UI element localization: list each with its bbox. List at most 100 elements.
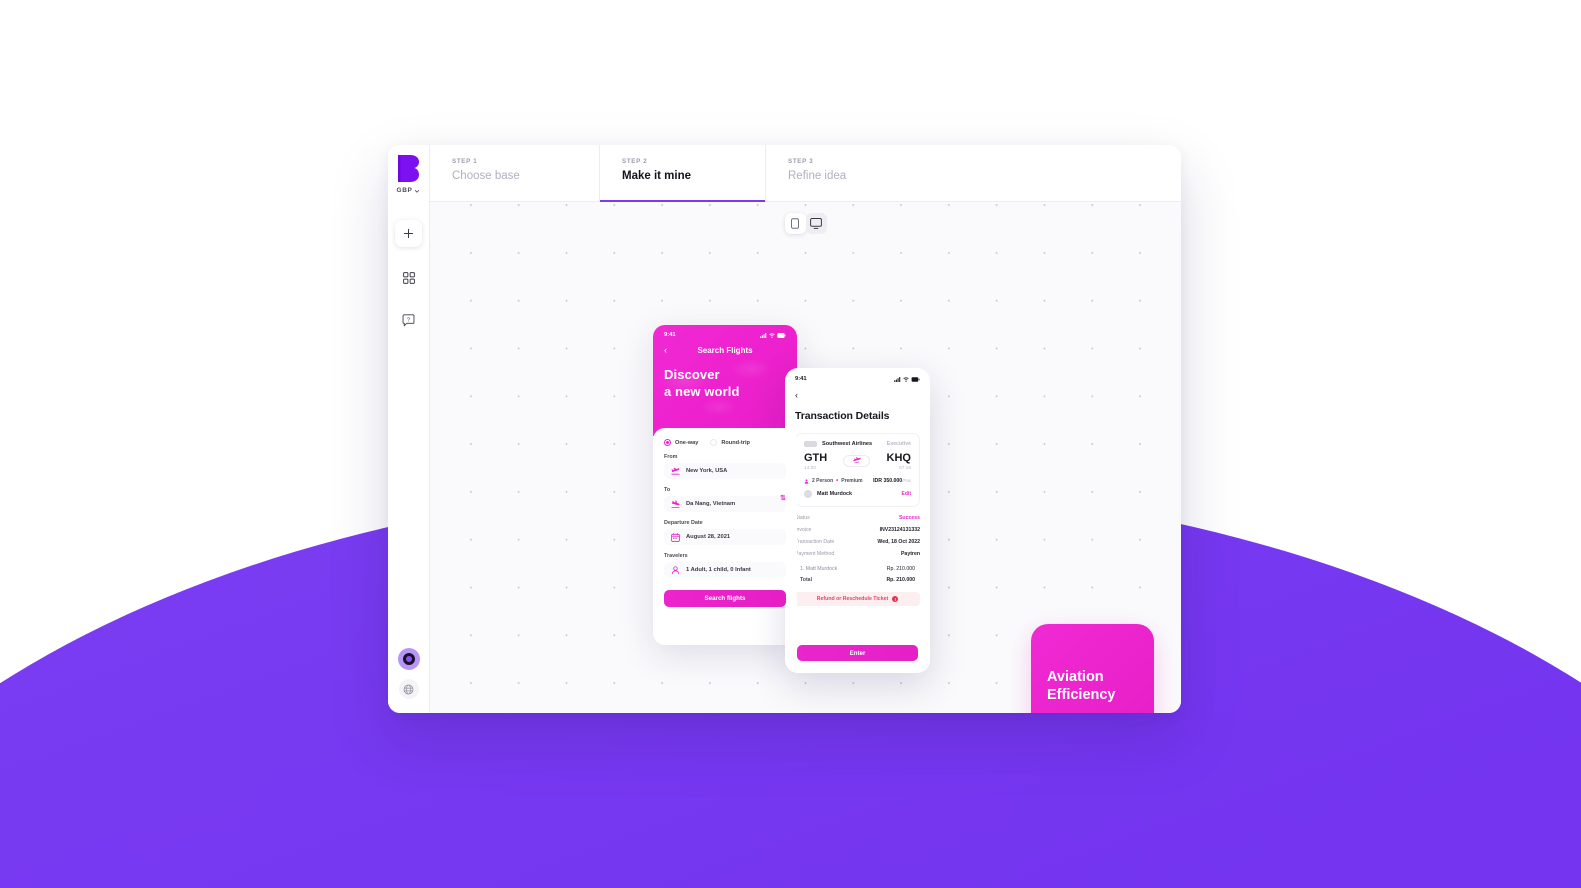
design-canvas[interactable]: 9:41 ‹ Search Flights Discover a new wor… xyxy=(430,202,1181,713)
transaction-back-icon[interactable]: ‹ xyxy=(795,391,920,400)
refund-button[interactable]: Refund or Reschedule Ticket ! xyxy=(795,592,920,606)
enter-button[interactable]: Enter xyxy=(797,645,918,661)
destination-time: 07:16 xyxy=(898,466,911,471)
summary-key: 1. Matt Murdock xyxy=(800,566,838,572)
field-from[interactable]: New York, USA xyxy=(664,463,786,479)
aviation-efficiency-card[interactable]: Aviation Efficiency xyxy=(1031,624,1154,713)
destination-code: KHQ xyxy=(886,452,911,464)
step-tabs: STEP 1 Choose base STEP 2 Make it mine S… xyxy=(430,145,1181,202)
mockup-search-flights[interactable]: 9:41 ‹ Search Flights Discover a new wor… xyxy=(653,325,797,645)
trip-type-1-label: Round-trip xyxy=(721,439,750,446)
person-avatar xyxy=(804,490,812,498)
ticket-person-row: Matt Murdock Edit xyxy=(804,490,911,498)
trip-type-0-label: One-way xyxy=(675,439,699,446)
transaction-status-icons xyxy=(894,376,920,382)
detail-row: Invoice INV23124131332 xyxy=(795,527,920,533)
field-from-label: From xyxy=(664,454,678,460)
detail-row: Status Success xyxy=(795,515,920,521)
calendar-icon xyxy=(671,532,680,542)
summary-row: 1. Matt Murdock Rp. 210.000 xyxy=(795,566,920,572)
field-to[interactable]: Da Nang, Vietnam xyxy=(664,496,786,512)
person-block: Matt Murdock xyxy=(804,490,852,498)
mockup-transaction-details[interactable]: 9:41 ‹ Transaction Details Southwest Air… xyxy=(785,368,930,673)
detail-row: Transaction Date Wed, 18 Oct 2022 xyxy=(795,539,920,545)
airplane-icon xyxy=(853,457,861,464)
currency-selector[interactable]: GBP xyxy=(397,187,421,194)
status-bar: 9:41 xyxy=(664,332,786,338)
sidebar-item-components[interactable] xyxy=(396,265,421,290)
search-navbar: ‹ Search Flights xyxy=(664,346,786,356)
airline-block: Southwest Airlines xyxy=(804,441,872,447)
airplane-pill xyxy=(843,455,871,467)
trip-type-group: One-way Round-trip xyxy=(664,439,786,446)
signal-icon xyxy=(760,332,767,338)
passenger-count: 2 Person xyxy=(812,478,834,484)
tab-step-2[interactable]: STEP 2 Make it mine xyxy=(600,145,766,202)
summary-row-total: Total Rp. 210.000 xyxy=(795,577,920,583)
app-window: GBP ? STEP 1 Choose base STEP 2 Make it … xyxy=(388,145,1181,713)
detail-key: Invoice xyxy=(795,527,812,533)
route-origin: GTH 14:00 xyxy=(804,452,828,472)
ticket-airline-row: Southwest Airlines Executive xyxy=(804,441,911,447)
trip-type-one-way[interactable]: One-way xyxy=(664,439,698,446)
person-icon xyxy=(804,478,809,484)
search-flights-button[interactable]: Search flights xyxy=(664,590,786,607)
add-button[interactable] xyxy=(395,220,422,247)
ticket-price: IDR 350.000/Pax xyxy=(873,478,911,484)
search-nav-title: Search Flights xyxy=(697,346,753,355)
radio-one-way-icon xyxy=(664,439,671,446)
device-mobile-button[interactable] xyxy=(784,213,806,234)
airline-logo-icon xyxy=(804,441,817,447)
aviation-line-2: Efficiency xyxy=(1047,687,1116,703)
device-desktop-button[interactable] xyxy=(805,213,827,234)
ticket-route: GTH 14:00 KHQ 07:16 xyxy=(804,452,911,472)
logo-b-icon xyxy=(397,155,419,182)
field-travelers[interactable]: 1 Adult, 1 child, 0 Infant xyxy=(664,562,786,578)
detail-value: Paytren xyxy=(900,551,920,557)
fare-class: Premium xyxy=(841,478,863,484)
summary-total-key: Total xyxy=(800,577,813,583)
step-2-label: STEP 2 xyxy=(622,158,648,165)
edit-button[interactable]: Edit xyxy=(902,491,911,497)
signal-icon xyxy=(894,376,901,382)
field-departure-date[interactable]: August 28, 2021 xyxy=(664,529,786,545)
avatar[interactable] xyxy=(397,648,420,670)
grid-icon xyxy=(402,271,415,284)
origin-code: GTH xyxy=(804,452,828,464)
plus-icon xyxy=(403,228,414,239)
transaction-status-bar: 9:41 xyxy=(795,376,920,382)
tab-step-1[interactable]: STEP 1 Choose base xyxy=(430,145,600,201)
screen-root: GBP ? STEP 1 Choose base STEP 2 Make it … xyxy=(0,0,1581,888)
aviation-line-1: Aviation xyxy=(1047,668,1104,685)
wifi-icon xyxy=(769,333,775,338)
sidebar-item-help[interactable]: ? xyxy=(396,308,421,333)
step-3-label: STEP 3 xyxy=(788,158,814,165)
aviation-text-block: Aviation Efficiency xyxy=(1047,668,1116,704)
arrival-icon xyxy=(671,499,680,508)
battery-icon xyxy=(777,332,786,338)
main-area: STEP 1 Choose base STEP 2 Make it mine S… xyxy=(430,145,1181,713)
field-date-value: August 28, 2021 xyxy=(686,534,731,540)
wifi-icon xyxy=(903,377,909,382)
status-icons xyxy=(760,332,786,338)
status-time: 9:41 xyxy=(664,332,676,338)
tab-step-3[interactable]: STEP 3 Refine idea xyxy=(766,145,934,201)
currency-label: GBP xyxy=(396,187,413,194)
device-toggle xyxy=(784,213,827,234)
globe-icon xyxy=(403,684,414,694)
ticket-class: Executive xyxy=(886,441,911,447)
trip-type-round-trip[interactable]: Round-trip xyxy=(710,439,750,446)
search-header: 9:41 ‹ Search Flights Discover a new wor… xyxy=(653,325,797,436)
detail-value: INV23124131332 xyxy=(879,527,920,533)
hero-line-2: a new world xyxy=(664,383,740,399)
price-unit: /Pax xyxy=(902,478,911,483)
step-1-label: STEP 1 xyxy=(452,158,478,165)
brand-logo[interactable]: GBP xyxy=(397,155,421,194)
field-to-value: Da Nang, Vietnam xyxy=(686,501,736,507)
help-bubble-icon: ? xyxy=(402,314,415,327)
swap-icon[interactable]: ⇅ xyxy=(780,494,786,502)
language-button[interactable] xyxy=(398,679,419,699)
ticket-card: Southwest Airlines Executive GTH 14:00 K… xyxy=(795,433,920,507)
field-to-label: To xyxy=(664,487,671,493)
radio-round-trip-icon xyxy=(710,439,718,446)
